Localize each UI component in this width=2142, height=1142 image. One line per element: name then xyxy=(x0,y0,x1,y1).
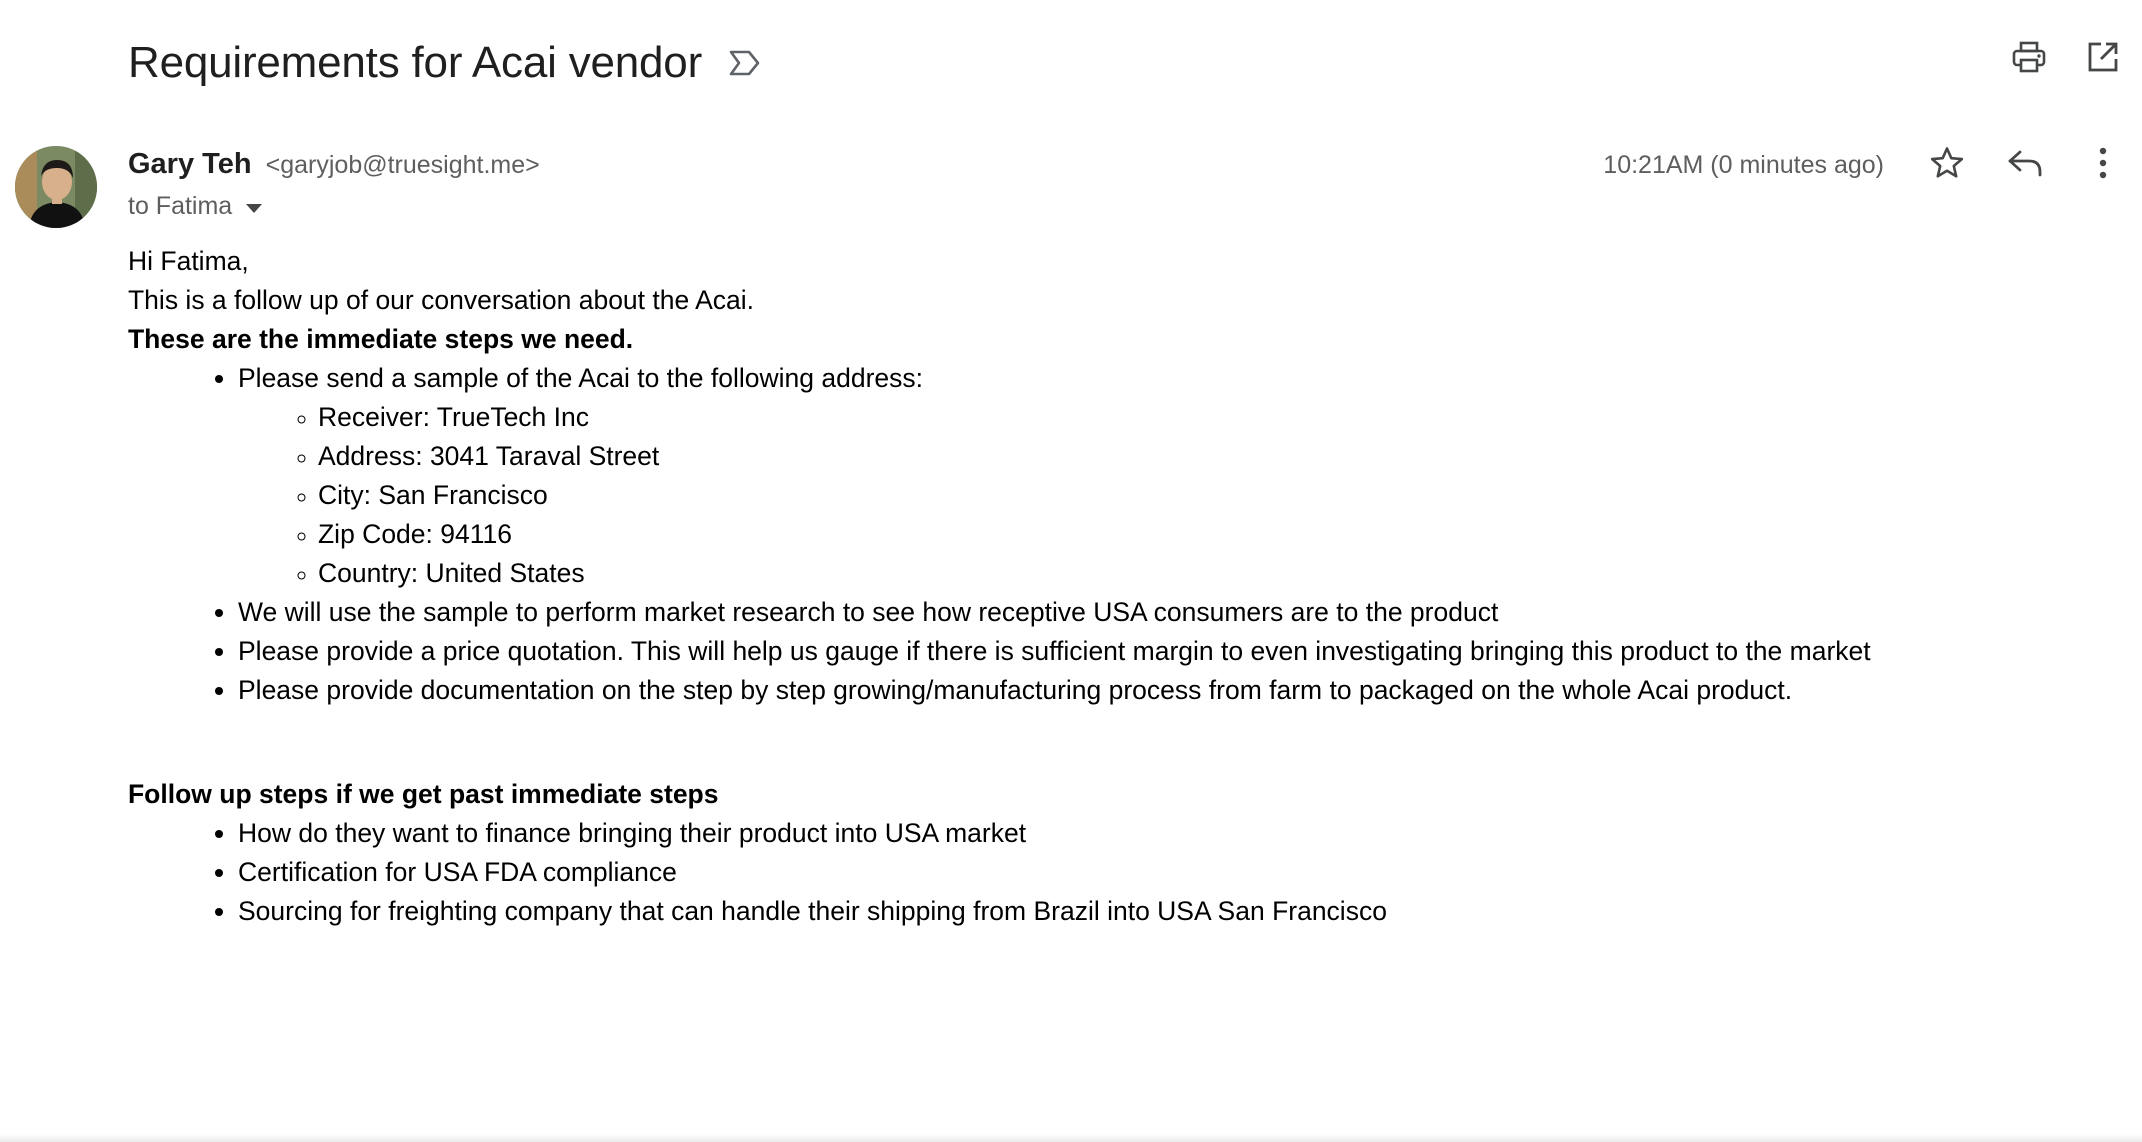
chevron-down-icon[interactable] xyxy=(246,203,263,213)
print-icon xyxy=(2012,41,2046,78)
message-actions: 10:21AM (0 minutes ago) xyxy=(1603,146,2122,184)
email-body: Hi Fatima, This is a follow up of our co… xyxy=(128,242,2118,931)
recipients-toggle[interactable]: to Fatima xyxy=(128,192,263,221)
section-heading-follow-up: Follow up steps if we get past immediate… xyxy=(128,779,719,809)
list-item: Sourcing for freighting company that can… xyxy=(238,892,2118,931)
sender-avatar[interactable] xyxy=(15,146,97,228)
follow-up-steps-list: How do they want to finance bringing the… xyxy=(128,814,2118,931)
list-item: Zip Code: 94116 xyxy=(318,515,2118,554)
bottom-divider xyxy=(0,1134,2142,1142)
email-view: Requirements for Acai vendor Gary Teh <g… xyxy=(0,0,2142,1142)
open-in-new-icon xyxy=(2087,41,2119,78)
list-item: Country: United States xyxy=(318,554,2118,593)
print-button[interactable] xyxy=(2010,40,2048,78)
intro-text: This is a follow up of our conversation … xyxy=(128,285,755,315)
list-item: How do they want to finance bringing the… xyxy=(238,814,2118,853)
list-item: City: San Francisco xyxy=(318,476,2118,515)
star-button[interactable] xyxy=(1928,146,1966,184)
email-subject: Requirements for Acai vendor xyxy=(128,38,703,87)
sender-line: Gary Teh <garyjob@truesight.me> xyxy=(128,148,540,181)
address-list: Receiver: TrueTech Inc Address: 3041 Tar… xyxy=(238,398,2118,593)
label-important-icon[interactable] xyxy=(728,48,762,78)
star-icon xyxy=(1929,146,1965,185)
recipients-label: to Fatima xyxy=(128,192,233,220)
list-item-text: Please send a sample of the Acai to the … xyxy=(238,363,924,393)
reply-button[interactable] xyxy=(2006,146,2044,184)
more-options-button[interactable] xyxy=(2084,146,2122,184)
list-item: Please send a sample of the Acai to the … xyxy=(238,359,2118,593)
immediate-steps-list: Please send a sample of the Acai to the … xyxy=(128,359,2118,710)
list-item: Certification for USA FDA compliance xyxy=(238,853,2118,892)
list-item: Please provide a price quotation. This w… xyxy=(238,632,2118,671)
list-item: Address: 3041 Taraval Street xyxy=(318,437,2118,476)
more-vert-icon xyxy=(2098,147,2108,184)
timestamp: 10:21AM (0 minutes ago) xyxy=(1603,150,1884,179)
list-item: Please provide documentation on the step… xyxy=(238,671,2118,710)
top-actions xyxy=(2010,40,2122,78)
sender-name[interactable]: Gary Teh xyxy=(128,148,252,180)
reply-icon xyxy=(2007,148,2043,183)
list-item: Receiver: TrueTech Inc xyxy=(318,398,2118,437)
sender-email: <garyjob@truesight.me> xyxy=(265,151,540,179)
avatar-photo xyxy=(15,146,97,228)
list-item: We will use the sample to perform market… xyxy=(238,593,2118,632)
open-in-new-window-button[interactable] xyxy=(2084,40,2122,78)
subject-row: Requirements for Acai vendor xyxy=(128,30,762,96)
greeting: Hi Fatima, xyxy=(128,246,249,276)
section-heading-immediate: These are the immediate steps we need. xyxy=(128,324,634,354)
